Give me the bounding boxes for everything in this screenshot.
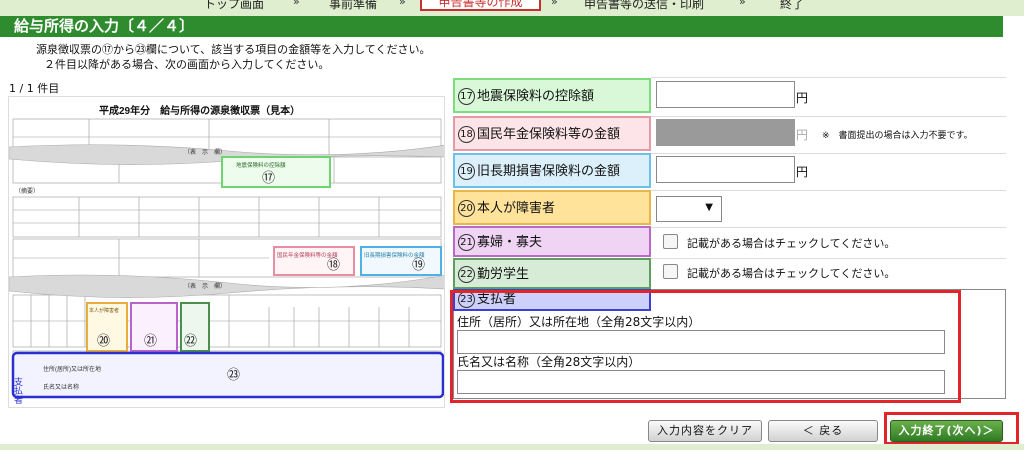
field-label-19: 19 旧長期損害保険料の金額 <box>453 153 651 188</box>
withholding-slip-sample: 平成29年分 給与所得の源泉徴収票（見本） （表 示 欄） （表 示 欄） （摘… <box>8 96 445 408</box>
field-label-21: 21 寡婦・寡夫 <box>453 226 651 257</box>
slip-highlight-18 <box>273 246 355 276</box>
instruction-text: ２件目以降がある場合、次の画面から入力してください。 <box>44 58 330 71</box>
checkbox-label: 記載がある場合はチェックしてください。 <box>687 267 896 280</box>
clear-button[interactable]: 入力内容をクリア <box>648 420 762 442</box>
number-badge: 20 <box>458 200 475 217</box>
checkbox-label: 記載がある場合はチェックしてください。 <box>687 237 896 250</box>
number-badge: 21 <box>458 234 475 251</box>
nav-step-end: 終了 <box>780 0 805 11</box>
slip-marker-18: ⑱ <box>327 258 340 273</box>
slip-label-name: 氏名又は名称 <box>43 383 79 391</box>
slip-label-disabled: 本人が障害者 <box>89 307 119 314</box>
yen-unit: 円 <box>796 128 809 142</box>
footer-bar <box>0 444 1024 450</box>
disabled-person-select[interactable]: ▼ <box>656 196 722 222</box>
slip-label-address: 住所(居所)又は所在地 <box>43 365 101 373</box>
yen-unit: 円 <box>796 91 809 105</box>
slip-marker-21: ㉑ <box>144 334 157 349</box>
payer-highlight-frame <box>450 290 961 403</box>
working-student-checkbox[interactable] <box>663 264 678 279</box>
nav-step-send: 申告書等の送信・印刷 <box>584 0 705 11</box>
slip-label-eq-quake: 地震保険料の控除額 <box>236 161 286 169</box>
number-badge: 22 <box>458 266 475 283</box>
withholding-slip-image: 平成29年分 給与所得の源泉徴収票（見本） （表 示 欄） （表 示 欄） （摘… <box>9 104 444 404</box>
national-pension-input <box>656 119 795 146</box>
number-badge: 17 <box>458 88 475 105</box>
slip-summary-label: （摘要） <box>15 187 39 195</box>
field-label-17: 17 地震保険料の控除額 <box>453 78 651 113</box>
nav-step-prepare[interactable]: 事前準備 <box>329 0 377 12</box>
paper-submission-note: ※ 書面提出の場合は入力不要です。 <box>822 131 973 141</box>
slip-highlight-19 <box>360 246 442 276</box>
field-label-text: 勤労学生 <box>477 267 530 282</box>
field-label-text: 旧長期損害保険料の金額 <box>477 164 621 179</box>
nav-separator: » <box>293 0 300 8</box>
finish-next-button[interactable]: 入力終了(次へ)＞ <box>890 420 1003 442</box>
chevron-down-icon: ▼ <box>705 202 713 213</box>
field-label-text: 国民年金保険料等の金額 <box>477 127 621 142</box>
slip-title: 平成29年分 給与所得の源泉徴収票（見本） <box>99 104 300 117</box>
field-label-20: 20 本人が障害者 <box>453 190 651 225</box>
field-label-text: 本人が障害者 <box>477 201 556 216</box>
field-label-text: 地震保険料の控除額 <box>477 89 595 104</box>
step-navigation: トップ画面 » 事前準備 » 申告書等の作成 » 申告書等の送信・印刷 » 終了 <box>0 0 1024 16</box>
yen-unit: 円 <box>796 165 809 179</box>
nav-step-current: 申告書等の作成 <box>420 0 541 11</box>
slip-marker-17: ⑰ <box>262 171 275 186</box>
instruction-text: 源泉徴収票の⑰から㉓欄について、該当する項目の金額等を入力してください。 <box>36 43 431 56</box>
number-badge: 19 <box>458 163 475 180</box>
field-label-22: 22 勤労学生 <box>453 258 651 289</box>
record-count: 1 / 1 件目 <box>9 82 60 95</box>
slip-display-label: （表 示 欄） <box>184 148 226 156</box>
slip-marker-23: ㉓ <box>227 368 240 383</box>
slip-label-payer: 支払者 <box>13 376 23 404</box>
slip-display-label: （表 示 欄） <box>184 282 226 290</box>
old-long-term-insurance-input[interactable] <box>656 156 795 183</box>
back-button[interactable]: ＜ 戻る <box>768 420 878 442</box>
page: トップ画面 » 事前準備 » 申告書等の作成 » 申告書等の送信・印刷 » 終了… <box>0 0 1024 450</box>
slip-marker-22: ㉒ <box>184 334 197 349</box>
number-badge: 18 <box>458 126 475 143</box>
nav-separator: » <box>551 0 558 8</box>
slip-marker-20: ⑳ <box>97 334 110 349</box>
widow-checkbox[interactable] <box>663 234 678 249</box>
field-label-18: 18 国民年金保険料等の金額 <box>453 116 651 151</box>
nav-separator: » <box>399 0 406 8</box>
nav-step-top[interactable]: トップ画面 <box>204 0 264 12</box>
slip-highlight-17 <box>221 156 331 188</box>
page-title: 給与所得の入力〔４／４〕 <box>0 16 1003 37</box>
earthquake-insurance-input[interactable] <box>656 81 795 108</box>
nav-separator: » <box>739 0 746 8</box>
slip-marker-19: ⑲ <box>412 258 425 273</box>
field-label-text: 寡婦・寡夫 <box>477 235 543 250</box>
